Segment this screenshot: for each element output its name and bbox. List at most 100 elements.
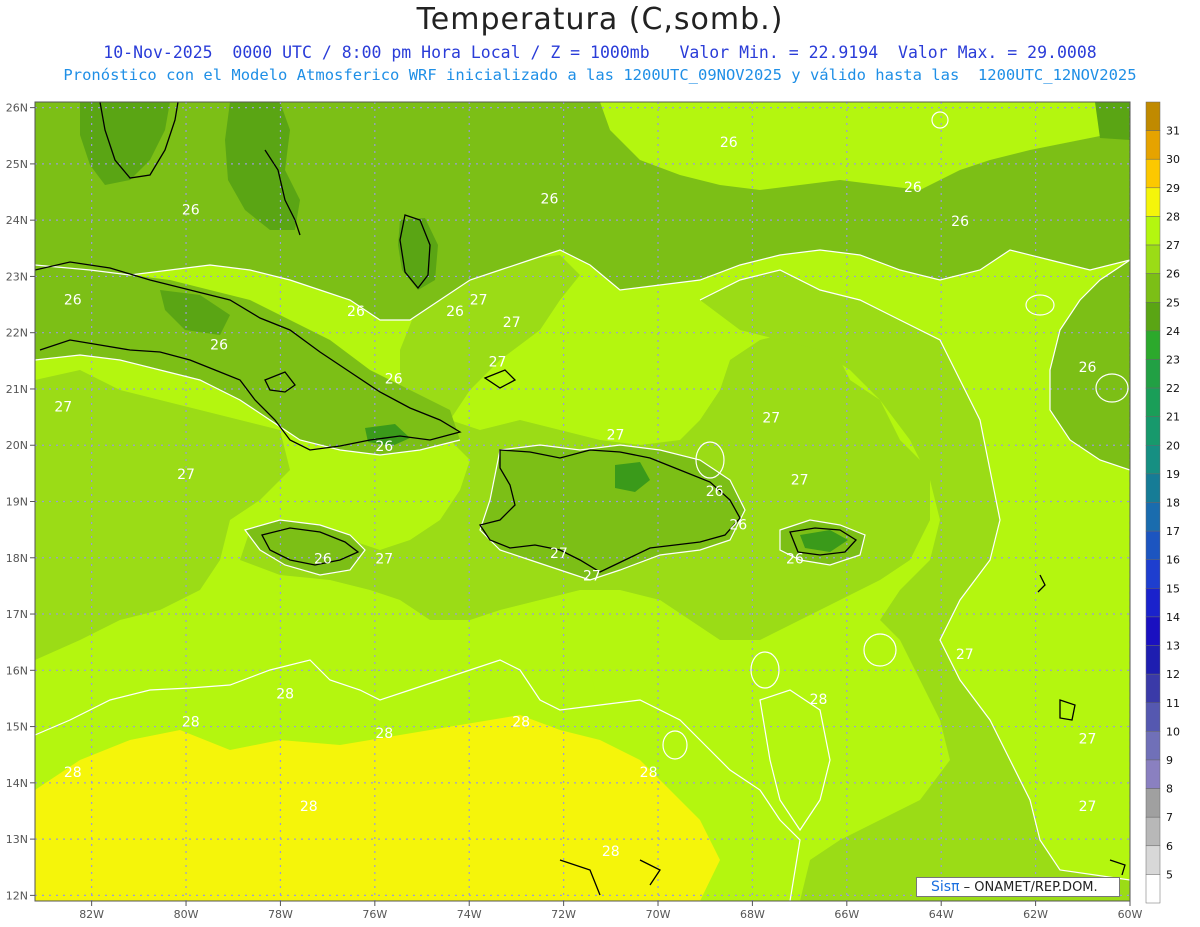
isotherm-label: 26	[314, 551, 332, 567]
isotherm-label: 26	[729, 518, 747, 534]
legend-swatch	[1145, 130, 1161, 160]
legend-swatch	[1145, 816, 1161, 847]
map-plot-area: 26 26 26 26 26 26 26 26 26 26 26 26 26 26 26 26 27 27 27 27…	[35, 102, 1130, 901]
isotherm-label: 26	[446, 304, 464, 320]
isotherm-label: 26	[210, 338, 228, 354]
legend-label: 30	[1166, 153, 1180, 166]
lat-tick-label: 21N	[6, 383, 28, 396]
lat-tick-label: 23N	[6, 270, 28, 283]
legend-swatch	[1145, 387, 1161, 417]
credit-box: Sisπ – ONAMET/REP.DOM.	[916, 877, 1120, 897]
isotherm-label: 26	[904, 180, 922, 196]
isotherm-label: 27	[1079, 731, 1097, 747]
legend-swatch	[1145, 588, 1161, 618]
legend-label: 13	[1166, 640, 1180, 653]
legend-label: 18	[1166, 497, 1180, 510]
lat-tick-label: 13N	[6, 833, 28, 846]
lon-tick-label: 68W	[740, 908, 765, 921]
lat-tick-label: 12N	[6, 889, 28, 902]
lon-tick-label: 82W	[79, 908, 104, 921]
lon-tick-label: 76W	[362, 908, 387, 921]
temperature-map: 26 26 26 26 26 26 26 26 26 26 26 26 26 26 26 26 27 27 27 27…	[6, 101, 1180, 921]
legend-swatch	[1145, 187, 1161, 217]
legend-swatch	[1145, 244, 1161, 274]
legend-swatch	[1145, 673, 1161, 704]
legend-label: 24	[1166, 325, 1180, 338]
lon-tick-label: 80W	[174, 908, 199, 921]
lon-tick-label: 60W	[1118, 908, 1143, 921]
legend-swatch	[1145, 158, 1161, 189]
isotherm-label: 26	[786, 551, 804, 567]
isotherm-label: 28	[602, 844, 620, 860]
isotherm-label: 28	[810, 692, 828, 708]
legend-swatch	[1145, 473, 1161, 503]
legend-swatch	[1145, 101, 1161, 131]
lat-tick-label: 14N	[6, 777, 28, 790]
lat-tick-label: 16N	[6, 664, 28, 677]
legend-swatch	[1145, 416, 1161, 446]
isotherm-label: 27	[375, 551, 393, 567]
latitude-axis: 12N 13N 14N 15N 16N 17N 18N 19N 20N 21N 22N 23N 24N 2…	[6, 102, 35, 902]
lat-tick-label: 24N	[6, 214, 28, 227]
legend-label: 9	[1166, 754, 1173, 767]
lon-tick-label: 62W	[1023, 908, 1048, 921]
lat-tick-label: 17N	[6, 608, 28, 621]
lon-tick-label: 78W	[268, 908, 293, 921]
credit-text: – ONAMET/REP.DOM.	[959, 880, 1098, 895]
legend-label: 23	[1166, 353, 1180, 366]
legend-label: 11	[1166, 697, 1180, 710]
isotherm-label: 26	[347, 304, 365, 320]
legend-swatch	[1145, 302, 1161, 332]
legend-label: 10	[1166, 725, 1180, 738]
lat-tick-label: 25N	[6, 158, 28, 171]
lat-tick-label: 20N	[6, 439, 28, 452]
legend-label: 22	[1166, 382, 1180, 395]
isotherm-label: 28	[640, 765, 658, 781]
legend-swatch	[1145, 559, 1161, 589]
isotherm-label: 26	[720, 135, 738, 151]
legend-label: 17	[1166, 525, 1180, 538]
isotherm-label: 28	[276, 686, 294, 702]
isotherm-label: 26	[385, 371, 403, 387]
color-legend: 31 30 29 28 27 26 25 24 23 22 21 20 19 18 17 16 15 14 13 12…	[1145, 101, 1180, 904]
legend-label: 20	[1166, 439, 1180, 452]
sispi-logo-text: Sisπ	[931, 879, 960, 895]
legend-swatch	[1145, 216, 1161, 246]
legend-label: 16	[1166, 554, 1180, 567]
isotherm-label: 26	[541, 191, 559, 207]
lat-tick-label: 26N	[6, 102, 28, 115]
legend-swatch	[1145, 502, 1161, 532]
legend-label: 14	[1166, 611, 1180, 624]
legend-label: 8	[1166, 783, 1173, 796]
legend-swatch	[1145, 273, 1161, 303]
isotherm-label: 27	[791, 473, 809, 489]
legend-label: 12	[1166, 668, 1180, 681]
legend-label: 15	[1166, 582, 1180, 595]
legend-swatch	[1145, 702, 1161, 732]
lon-tick-label: 64W	[929, 908, 954, 921]
legend-swatch	[1145, 359, 1161, 389]
legend-label: 19	[1166, 468, 1180, 481]
legend-label: 5	[1166, 868, 1173, 881]
lon-tick-label: 72W	[551, 908, 576, 921]
isotherm-label: 28	[300, 799, 318, 815]
legend-label: 28	[1166, 210, 1180, 223]
legend-swatch	[1145, 445, 1161, 475]
legend-label: 26	[1166, 268, 1180, 281]
legend-swatch	[1145, 874, 1161, 904]
legend-label: 7	[1166, 811, 1173, 824]
isotherm-label: 27	[503, 315, 521, 331]
legend-swatch	[1145, 788, 1161, 818]
isotherm-label: 26	[1079, 360, 1097, 376]
isotherm-label: 27	[762, 411, 780, 427]
legend-swatch	[1145, 530, 1161, 560]
isotherm-label: 27	[470, 293, 488, 309]
legend-label: 31	[1166, 125, 1180, 138]
legend-label: 6	[1166, 840, 1173, 853]
isotherm-label: 27	[489, 354, 507, 370]
lon-tick-label: 66W	[834, 908, 859, 921]
legend-swatch	[1145, 645, 1161, 675]
lon-tick-label: 70W	[646, 908, 671, 921]
legend-swatch	[1145, 616, 1161, 646]
legend-label: 29	[1166, 182, 1180, 195]
